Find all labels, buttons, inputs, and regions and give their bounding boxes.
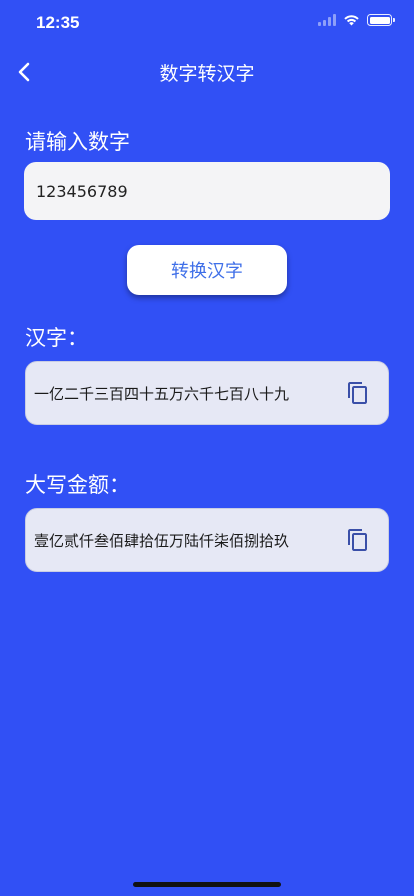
wifi-icon [344, 15, 359, 26]
capital-result-text: 壹亿贰仟叁佰肆拾伍万陆仟柒佰捌拾玖 [34, 531, 290, 550]
navigation-bar: 数字转汉字 [0, 44, 414, 100]
capital-label: 大写金额： [25, 473, 130, 497]
page-title: 数字转汉字 [159, 63, 255, 85]
chinese-label: 汉字： [25, 326, 88, 350]
battery-icon [367, 14, 395, 26]
home-indicator[interactable] [133, 882, 281, 887]
status-icons [318, 14, 395, 26]
input-label: 请输入数字 [25, 130, 130, 154]
cellular-signal-icon [318, 14, 336, 26]
convert-button[interactable]: 转换汉字 [127, 245, 287, 295]
chinese-result-text: 一亿二千三百四十五万六千七百八十九 [34, 384, 290, 403]
number-input-field[interactable] [24, 162, 390, 220]
status-time: 12:35 [36, 13, 80, 32]
number-input[interactable] [36, 181, 390, 201]
copy-chinese-button[interactable] [336, 371, 380, 415]
copy-icon [348, 529, 367, 551]
chinese-result-box: 一亿二千三百四十五万六千七百八十九 [25, 361, 389, 425]
status-bar: 12:35 [0, 0, 414, 44]
copy-icon [348, 382, 367, 404]
capital-result-box: 壹亿贰仟叁佰肆拾伍万陆仟柒佰捌拾玖 [25, 508, 389, 572]
copy-capital-button[interactable] [336, 518, 380, 562]
